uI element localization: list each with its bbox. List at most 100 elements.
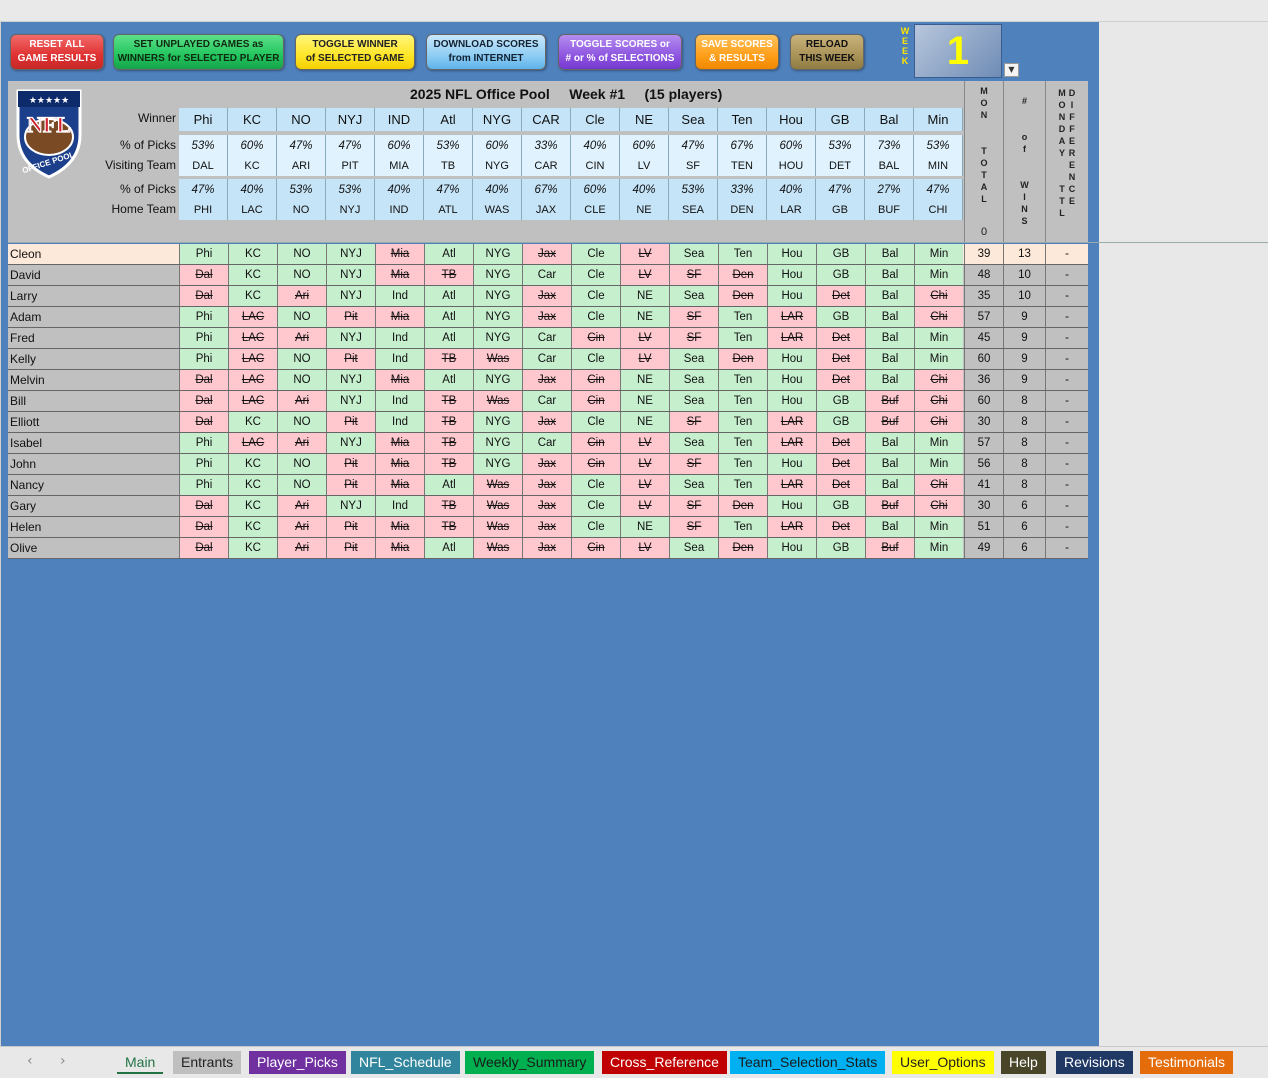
pick-cell[interactable]: NO (277, 265, 326, 285)
pick-cell[interactable]: GB (816, 244, 865, 264)
pick-cell[interactable]: NYG (473, 454, 522, 474)
pick-cell[interactable]: Atl (424, 286, 473, 306)
pick-cell[interactable]: Jax (522, 475, 571, 495)
pick-cell[interactable]: Was (473, 517, 522, 537)
pick-cell[interactable]: Sea (669, 538, 718, 558)
pick-cell[interactable]: TB (424, 349, 473, 369)
pick-cell[interactable]: Det (816, 349, 865, 369)
game-winner-cell[interactable]: Atl (424, 108, 473, 131)
pick-cell[interactable]: LAR (767, 328, 816, 348)
game-winner-cell[interactable]: CAR (522, 108, 571, 131)
tab-help[interactable]: Help (1001, 1051, 1046, 1074)
pick-cell[interactable]: Car (522, 265, 571, 285)
pick-cell[interactable]: TB (424, 265, 473, 285)
game-winner-cell[interactable]: Hou (767, 108, 816, 131)
pick-cell[interactable]: Cin (571, 454, 620, 474)
pick-cell[interactable]: NE (620, 370, 669, 390)
pick-cell[interactable]: NYJ (326, 496, 375, 516)
pick-cell[interactable]: Det (816, 286, 865, 306)
player-name[interactable]: Nancy (10, 475, 44, 495)
pick-cell[interactable]: Hou (767, 265, 816, 285)
pick-cell[interactable]: Hou (767, 349, 816, 369)
tab-cross-reference[interactable]: Cross_Reference (602, 1051, 727, 1074)
pick-cell[interactable]: Atl (424, 307, 473, 327)
pick-cell[interactable]: Cin (571, 328, 620, 348)
pick-cell[interactable]: Bal (865, 265, 914, 285)
pick-cell[interactable]: TB (424, 412, 473, 432)
pick-cell[interactable]: Det (816, 517, 865, 537)
pick-cell[interactable]: Sea (669, 244, 718, 264)
pick-cell[interactable]: Mia (375, 517, 424, 537)
pick-cell[interactable]: Ari (277, 286, 326, 306)
pick-cell[interactable]: Pit (326, 475, 375, 495)
pick-cell[interactable]: LV (620, 496, 669, 516)
pick-cell[interactable]: LV (620, 433, 669, 453)
macro-button-2[interactable]: SET UNPLAYED GAMES as WINNERS for SELECT… (113, 34, 284, 70)
pick-cell[interactable]: NYG (473, 286, 522, 306)
pick-cell[interactable]: Jax (522, 286, 571, 306)
pick-cell[interactable]: Phi (179, 244, 228, 264)
pick-cell[interactable]: NO (277, 454, 326, 474)
player-name[interactable]: Adam (10, 307, 41, 327)
pick-cell[interactable]: Cin (571, 538, 620, 558)
pick-cell[interactable]: Pit (326, 349, 375, 369)
macro-button-7[interactable]: RELOAD THIS WEEK (790, 34, 864, 70)
pick-cell[interactable]: Ari (277, 538, 326, 558)
pick-cell[interactable]: Ten (718, 412, 767, 432)
tab-user-options[interactable]: User_Options (892, 1051, 994, 1074)
game-winner-cell[interactable]: Ten (718, 108, 767, 131)
pick-cell[interactable]: Cin (571, 391, 620, 411)
game-winner-cell[interactable]: Min (914, 108, 963, 131)
pick-cell[interactable]: Sea (669, 370, 718, 390)
game-winner-cell[interactable]: Bal (865, 108, 914, 131)
pick-cell[interactable]: Mia (375, 433, 424, 453)
player-name[interactable]: Fred (10, 328, 35, 348)
pick-cell[interactable]: Car (522, 433, 571, 453)
pick-cell[interactable]: NO (277, 475, 326, 495)
pick-cell[interactable]: LAC (228, 307, 277, 327)
pick-cell[interactable]: Min (914, 265, 963, 285)
pick-cell[interactable]: GB (816, 265, 865, 285)
macro-button-1[interactable]: RESET ALL GAME RESULTS (10, 34, 104, 70)
pick-cell[interactable]: Min (914, 433, 963, 453)
pick-cell[interactable]: Pit (326, 538, 375, 558)
pick-cell[interactable]: Phi (179, 475, 228, 495)
pick-cell[interactable]: Atl (424, 538, 473, 558)
pick-cell[interactable]: Cle (571, 412, 620, 432)
pick-cell[interactable]: GB (816, 412, 865, 432)
pick-cell[interactable]: Ten (718, 517, 767, 537)
pick-cell[interactable]: NE (620, 517, 669, 537)
pick-cell[interactable]: Ind (375, 349, 424, 369)
pick-cell[interactable]: Was (473, 538, 522, 558)
pick-cell[interactable]: Dal (179, 538, 228, 558)
pick-cell[interactable]: TB (424, 391, 473, 411)
pick-cell[interactable]: Buf (865, 391, 914, 411)
pick-cell[interactable]: Hou (767, 391, 816, 411)
pick-cell[interactable]: Ten (718, 370, 767, 390)
pick-cell[interactable]: NYJ (326, 286, 375, 306)
pick-cell[interactable]: Pit (326, 517, 375, 537)
pick-cell[interactable]: Sea (669, 286, 718, 306)
tab-testimonials[interactable]: Testimonials (1140, 1051, 1234, 1074)
pick-cell[interactable]: NO (277, 307, 326, 327)
player-name[interactable]: Larry (10, 286, 37, 306)
player-name[interactable]: Olive (10, 538, 37, 558)
player-name[interactable]: Isabel (10, 433, 42, 453)
pick-cell[interactable]: Mia (375, 538, 424, 558)
pick-cell[interactable]: NYJ (326, 328, 375, 348)
pick-cell[interactable]: LAC (228, 328, 277, 348)
player-name[interactable]: Gary (10, 496, 36, 516)
pick-cell[interactable]: Hou (767, 496, 816, 516)
pick-cell[interactable]: NYJ (326, 244, 375, 264)
pick-cell[interactable]: KC (228, 244, 277, 264)
pick-cell[interactable]: SF (669, 496, 718, 516)
pick-cell[interactable]: Cle (571, 286, 620, 306)
pick-cell[interactable]: Sea (669, 433, 718, 453)
pick-cell[interactable]: Dal (179, 265, 228, 285)
tab-scroll-right-icon[interactable]: › (60, 1053, 66, 1069)
player-name[interactable]: Elliott (10, 412, 39, 432)
player-name[interactable]: David (10, 265, 41, 285)
pick-cell[interactable]: Ten (718, 391, 767, 411)
pick-cell[interactable]: Jax (522, 244, 571, 264)
pick-cell[interactable]: Dal (179, 370, 228, 390)
